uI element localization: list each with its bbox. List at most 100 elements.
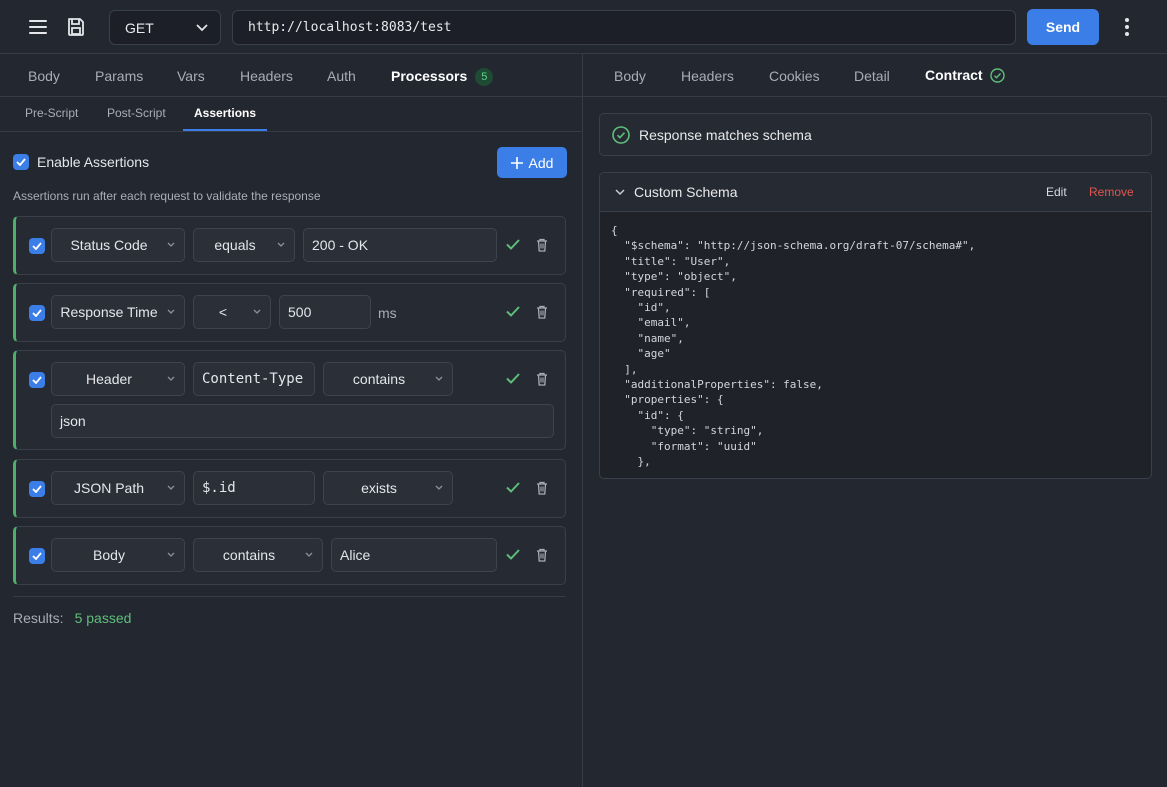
results-label: Results: [13,610,64,626]
checkbox-checked-icon[interactable] [29,481,45,497]
check-icon [506,373,520,384]
tab-processors-label: Processors [391,68,468,84]
plus-icon [510,156,523,169]
check-circle-icon [612,125,630,144]
chevron-down-icon [196,23,208,31]
assertion-type-select[interactable]: Body [51,538,185,572]
assertion-type-select[interactable]: Response Time [51,295,185,329]
chevron-down-icon [167,242,175,247]
operator-value: contains [352,371,406,387]
tab-detail[interactable]: Detail [854,68,890,84]
expected-value: json [60,413,86,429]
assertion-row: JSON Path $.id exists [13,459,566,518]
checkbox-checked-icon[interactable] [29,548,45,564]
expected-value-input[interactable]: Alice [331,538,497,572]
operator-value: exists [361,480,397,496]
operator-select[interactable]: contains [323,362,453,396]
check-icon [506,482,520,493]
schema-match-status: Response matches schema [599,113,1152,156]
operator-value: < [218,304,228,320]
request-pane: Body Params Vars Headers Auth Processors… [0,54,582,787]
trash-icon[interactable] [536,372,548,386]
tab-contract[interactable]: Contract [925,67,1005,83]
checkbox-checked-icon[interactable] [29,372,45,388]
checkbox-checked-icon[interactable] [29,305,45,321]
checkbox-checked-icon[interactable] [13,154,29,170]
response-pane: Body Headers Cookies Detail Contract Res… [582,54,1167,787]
trash-icon[interactable] [536,238,548,252]
operator-value: contains [222,547,276,563]
chevron-down-icon[interactable] [615,189,625,196]
tab-processors[interactable]: Processors 5 [391,68,494,86]
method-select[interactable]: GET [109,10,221,45]
header-name-input[interactable]: Content-Type [193,362,315,396]
expected-value-input[interactable]: json [51,404,554,438]
tab-vars[interactable]: Vars [177,68,205,84]
tab-response-headers[interactable]: Headers [681,68,734,84]
chevron-down-icon [305,552,313,557]
schema-code: { "$schema": "http://json-schema.org/dra… [611,224,976,469]
enable-assertions-toggle[interactable]: Enable Assertions [13,154,149,170]
expected-value-input[interactable]: 500 [279,295,371,329]
tab-params[interactable]: Params [95,68,143,84]
operator-select[interactable]: equals [193,228,295,262]
tab-cookies[interactable]: Cookies [769,68,820,84]
request-tabs: Body Params Vars Headers Auth Processors… [0,54,582,97]
operator-select[interactable]: < [193,295,271,329]
url-input[interactable]: http://localhost:8083/test [232,10,1016,45]
processor-tabs: Pre-Script Post-Script Assertions [0,97,582,132]
url-value: http://localhost:8083/test [248,20,452,35]
tab-auth[interactable]: Auth [327,68,356,84]
tab-post-script[interactable]: Post-Script [107,106,166,120]
assertion-row: Response Time < 500 ms [13,283,566,342]
chevron-down-icon [253,309,261,314]
assertion-type-value: Header [86,371,132,387]
expected-value: 200 - OK [312,237,369,253]
checkbox-checked-icon[interactable] [29,238,45,254]
json-path-input[interactable]: $.id [193,471,315,505]
chevron-down-icon [435,485,443,490]
unit-label: ms [378,305,397,321]
add-assertion-button[interactable]: Add [497,147,567,178]
send-button[interactable]: Send [1027,9,1099,45]
check-circle-icon [989,67,1005,83]
assertion-type-select[interactable]: Status Code [51,228,185,262]
hamburger-icon[interactable] [27,17,49,37]
expected-value: Alice [340,547,371,563]
assertion-row: Header Content-Type contains json [13,350,566,450]
chevron-down-icon [167,552,175,557]
operator-value: equals [214,237,256,253]
tab-pre-script[interactable]: Pre-Script [25,106,78,120]
header-name-value: Content-Type [202,371,304,387]
operator-select[interactable]: exists [323,471,453,505]
trash-icon[interactable] [536,548,548,562]
enable-assertions-label: Enable Assertions [37,154,150,170]
chevron-down-icon [167,485,175,490]
tab-response-body[interactable]: Body [614,68,646,84]
custom-schema-panel: Custom Schema Edit Remove { "$schema": "… [599,172,1152,479]
check-icon [506,549,520,560]
expected-value-input[interactable]: 200 - OK [303,228,497,262]
tab-headers[interactable]: Headers [240,68,293,84]
schema-title: Custom Schema [634,184,738,200]
assertion-type-select[interactable]: Header [51,362,185,396]
remove-schema-button[interactable]: Remove [1089,185,1134,199]
save-icon[interactable] [65,16,87,38]
chevron-down-icon [167,309,175,314]
trash-icon[interactable] [536,481,548,495]
chevron-down-icon [435,376,443,381]
tab-assertions[interactable]: Assertions [194,106,256,120]
edit-schema-button[interactable]: Edit [1046,185,1067,199]
assertion-type-select[interactable]: JSON Path [51,471,185,505]
tab-contract-label: Contract [925,67,983,83]
assertion-type-value: Status Code [70,237,148,253]
add-label: Add [528,154,554,171]
trash-icon[interactable] [536,305,548,319]
operator-select[interactable]: contains [193,538,323,572]
tab-body[interactable]: Body [28,68,60,84]
check-icon [506,306,520,317]
json-path-value: $.id [202,480,236,496]
kebab-icon[interactable] [1118,16,1136,38]
check-icon [506,239,520,250]
schema-match-text: Response matches schema [639,126,812,143]
